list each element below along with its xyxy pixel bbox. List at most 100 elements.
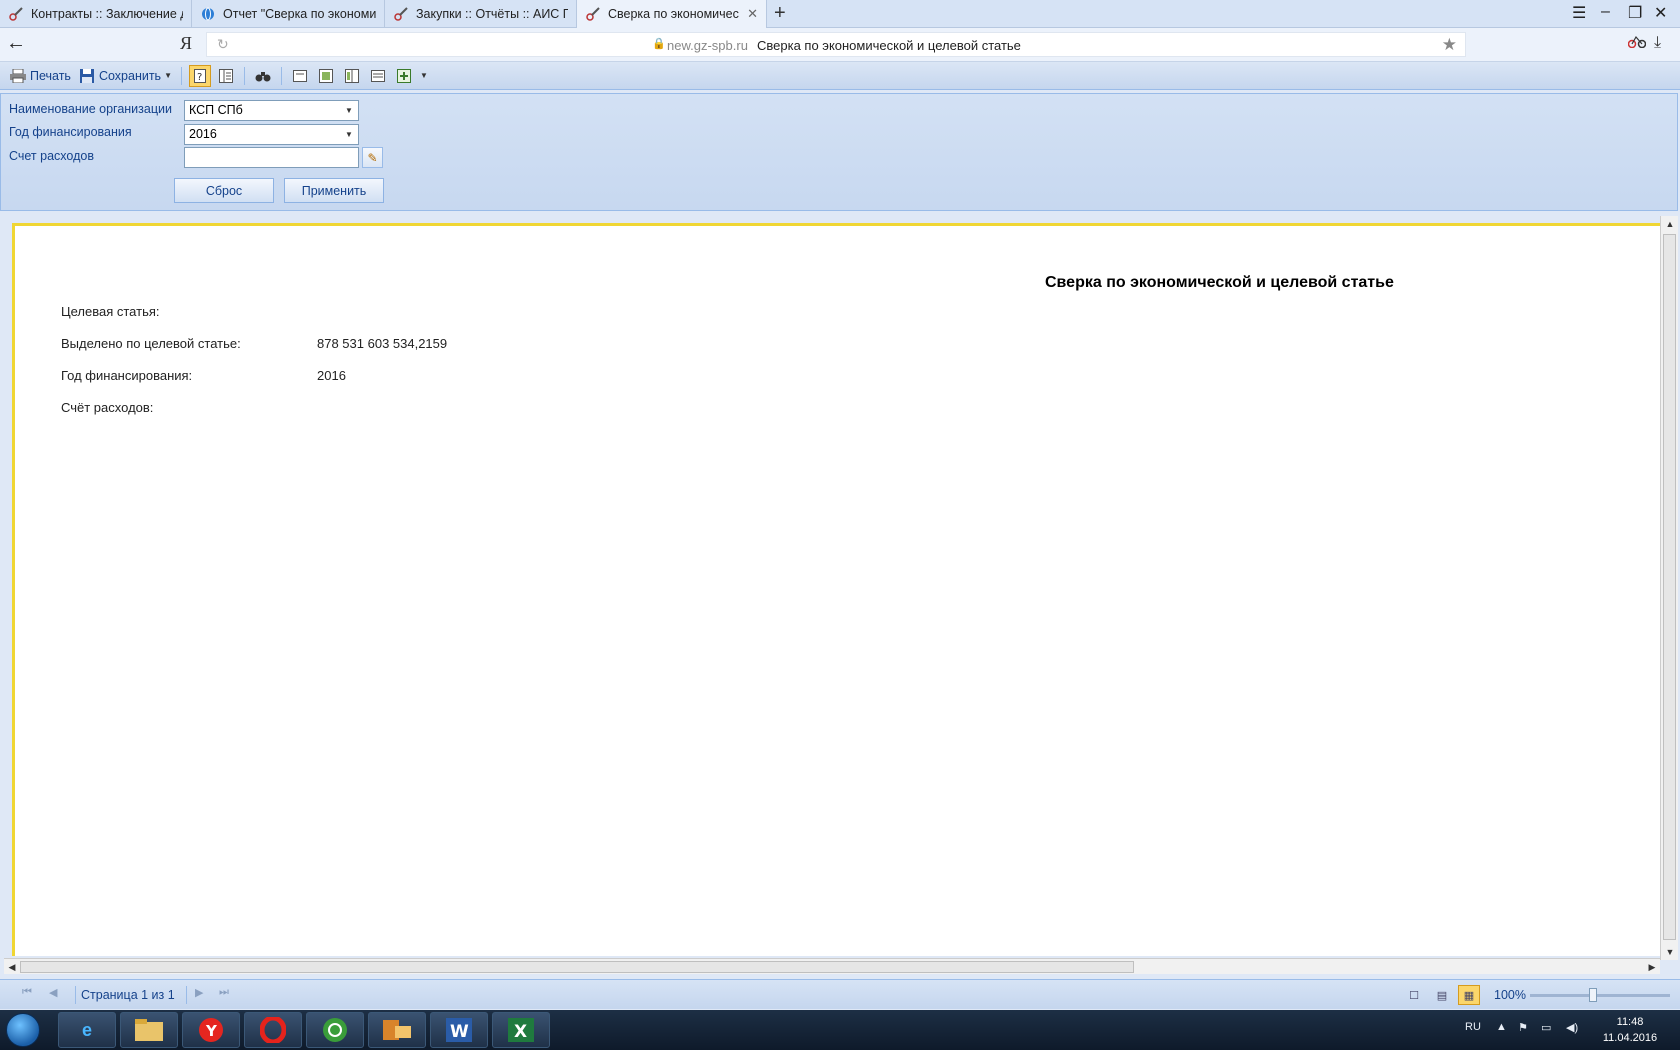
explorer-icon[interactable]	[120, 1012, 178, 1048]
vertical-scrollbar[interactable]: ▲ ▼	[1660, 216, 1678, 960]
save-button[interactable]: Сохранить ▼	[75, 65, 176, 87]
language-indicator[interactable]: RU	[1465, 1021, 1481, 1033]
chevron-down-icon[interactable]: ▼	[342, 103, 356, 118]
page-indicator: Страница 1 из 1	[81, 988, 175, 1002]
scroll-left-icon[interactable]: ◀	[4, 959, 20, 975]
tray-expand-icon[interactable]: ▲	[1496, 1021, 1507, 1033]
page-layout-icon[interactable]	[315, 65, 337, 87]
tools-icon	[393, 6, 409, 22]
last-page-icon[interactable]: ⏭	[219, 986, 229, 999]
scroll-thumb[interactable]	[1663, 234, 1676, 940]
target-article-label: Целевая статья:	[61, 304, 160, 319]
chevron-down-icon[interactable]: ▼	[342, 127, 356, 142]
report-toolbar: Печать Сохранить ▼ ? ▼	[0, 62, 1680, 90]
scroll-down-icon[interactable]: ▼	[1662, 944, 1678, 960]
excel-icon[interactable]: X	[492, 1012, 550, 1048]
filter-panel: Наименование организации КСП СПб ▼ Год ф…	[0, 93, 1678, 211]
report-title: Сверка по экономической и целевой статье	[1045, 274, 1394, 291]
system-clock[interactable]: 11:48 11.04.2016	[1590, 1014, 1670, 1046]
restore-icon[interactable]: ❐	[1628, 3, 1642, 23]
url-page-title: Сверка по экономической и целевой статье	[757, 38, 1021, 53]
lock-icon: 🔒	[652, 38, 666, 50]
zoom-level: 100%	[1494, 988, 1526, 1002]
report-status-bar: ⏮ ◀ Страница 1 из 1 ▶ ⏭ ☐ ▤ ▦ 100%	[0, 979, 1680, 1009]
svg-text:Y: Y	[205, 1022, 218, 1040]
org-select-value: КСП СПб	[189, 103, 243, 117]
org-select[interactable]: КСП СПб ▼	[184, 100, 359, 121]
parameters-toggle-icon[interactable]: ?	[189, 64, 211, 87]
financing-year-value: 2016	[317, 368, 346, 383]
windows-start-icon[interactable]	[6, 1013, 40, 1047]
toolbar-divider	[181, 66, 182, 85]
yandex-logo[interactable]: Я	[180, 33, 192, 54]
clock-time: 11:48	[1616, 1016, 1644, 1028]
page-setup-icon[interactable]	[367, 65, 389, 87]
zoom-slider-handle[interactable]	[1589, 988, 1597, 1002]
account-label: Счет расходов	[9, 149, 94, 163]
single-page-view-icon[interactable]: ☐	[1403, 985, 1425, 1005]
tools-icon	[8, 6, 24, 22]
continuous-view-icon[interactable]: ▤	[1431, 985, 1453, 1005]
globe-icon	[200, 6, 216, 22]
address-bar: ← Я ↻ 🔒 new.gz-spb.ru Сверка по экономич…	[0, 28, 1680, 62]
tools-icon	[585, 6, 601, 22]
tab-contracts[interactable]: Контракты :: Заключение до	[0, 0, 192, 28]
binoculars-find-icon[interactable]	[252, 65, 274, 87]
tab-purchases[interactable]: Закупки :: Отчёты :: АИС ГЗ	[385, 0, 577, 28]
print-label: Печать	[30, 68, 71, 83]
menu-icon[interactable]: ☰	[1572, 3, 1586, 23]
year-select[interactable]: 2016 ▼	[184, 124, 359, 145]
next-page-icon[interactable]: ▶	[195, 986, 203, 999]
printer-icon	[10, 68, 26, 84]
close-window-icon[interactable]: ✕	[1654, 3, 1667, 23]
new-tab-button[interactable]: +	[774, 2, 786, 25]
single-page-icon[interactable]	[289, 65, 311, 87]
pencil-icon[interactable]: ✎	[362, 147, 383, 168]
bike-icon[interactable]	[1627, 34, 1647, 53]
back-arrow-icon[interactable]: ←	[6, 32, 26, 55]
svg-text:W: W	[450, 1022, 469, 1042]
floppy-disk-icon	[79, 68, 95, 84]
tab-reconciliation[interactable]: Сверка по экономическ ✕	[577, 0, 767, 28]
multi-page-view-icon[interactable]: ▦	[1458, 985, 1480, 1005]
account-field[interactable]	[184, 147, 359, 168]
url-host: new.gz-spb.ru	[667, 38, 748, 53]
volume-icon[interactable]: ◀)	[1566, 1021, 1578, 1034]
save-label: Сохранить	[98, 68, 162, 83]
action-center-icon[interactable]: ⚑	[1518, 1021, 1528, 1034]
document-map-icon[interactable]	[215, 65, 237, 87]
chevron-down-icon: ▼	[164, 71, 172, 80]
reload-icon[interactable]: ↻	[217, 36, 229, 53]
download-icon[interactable]: ⤓	[1654, 34, 1661, 52]
url-field[interactable]: ↻ 🔒 new.gz-spb.ru Сверка по экономическо…	[206, 32, 1466, 57]
apply-button[interactable]: Применить	[284, 178, 384, 203]
two-pages-icon[interactable]	[341, 65, 363, 87]
scroll-right-icon[interactable]: ▶	[1644, 959, 1660, 975]
first-page-icon[interactable]: ⏮	[22, 986, 32, 999]
network-icon[interactable]: ▭	[1541, 1021, 1551, 1034]
minimize-icon[interactable]: –	[1601, 3, 1610, 21]
expense-account-label: Счёт расходов:	[61, 400, 154, 415]
previous-page-icon[interactable]: ◀	[49, 986, 57, 999]
yandex-icon[interactable]: Y	[182, 1012, 240, 1048]
reset-button[interactable]: Сброс	[174, 178, 274, 203]
scroll-thumb[interactable]	[20, 961, 1134, 973]
print-button[interactable]: Печать	[6, 65, 75, 87]
tab-label: Закупки :: Отчёты :: АИС ГЗ	[416, 7, 568, 21]
messenger-icon[interactable]	[306, 1012, 364, 1048]
chevron-down-icon[interactable]: ▼	[420, 71, 428, 80]
bookmark-star-icon[interactable]: ★	[1442, 35, 1457, 55]
zoom-slider[interactable]	[1530, 988, 1670, 1002]
ie-icon[interactable]: e	[58, 1012, 116, 1048]
tab-report[interactable]: Отчет "Сверка по экономич	[192, 0, 385, 28]
financing-year-label: Год финансирования:	[61, 368, 193, 383]
word-icon[interactable]: W	[430, 1012, 488, 1048]
clock-date: 11.04.2016	[1602, 1032, 1658, 1044]
horizontal-scrollbar[interactable]: ◀ ▶	[4, 958, 1660, 974]
allocated-value: 878 531 603 534,2159	[317, 336, 448, 351]
export-icon[interactable]	[393, 65, 415, 87]
opera-icon[interactable]	[244, 1012, 302, 1048]
outlook-icon[interactable]	[368, 1012, 426, 1048]
close-icon[interactable]: ✕	[747, 6, 758, 22]
scroll-up-icon[interactable]: ▲	[1662, 216, 1678, 232]
